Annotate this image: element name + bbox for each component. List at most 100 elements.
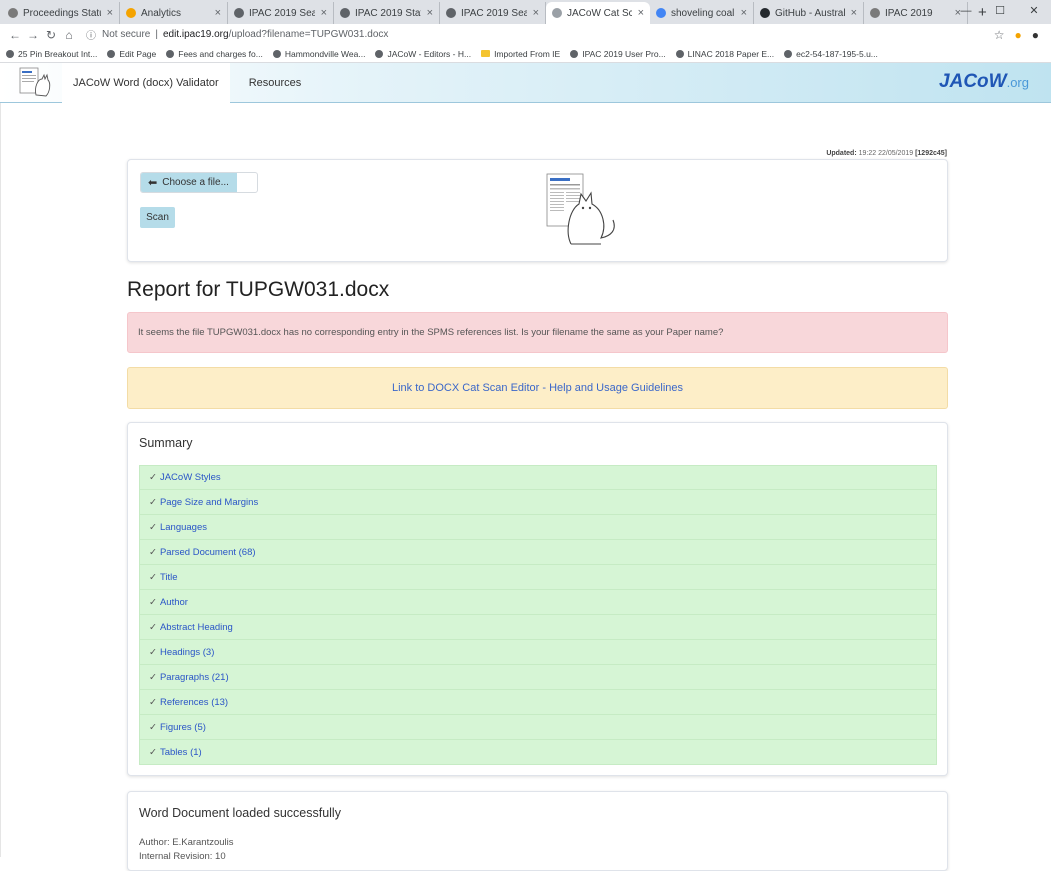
summary-item[interactable]: ✓ Title xyxy=(139,565,937,590)
browser-tab[interactable]: Proceedings Status × xyxy=(2,2,120,24)
bookmark-label: IPAC 2019 User Pro... xyxy=(582,48,666,59)
scan-button[interactable]: Scan xyxy=(140,207,175,228)
forward-icon[interactable]: → xyxy=(24,28,42,42)
reload-icon[interactable]: ↻ xyxy=(42,28,60,42)
summary-item[interactable]: ✓ Languages xyxy=(139,515,937,540)
bookmark-item[interactable]: Edit Page xyxy=(107,49,156,59)
minimize-button[interactable]: — xyxy=(949,0,983,24)
commit-hash: [1292c45] xyxy=(915,150,947,157)
summary-item-label: Abstract Heading xyxy=(159,621,233,633)
tab-title: Analytics xyxy=(141,7,182,19)
bookmark-star-icon[interactable]: ☆ xyxy=(994,28,1005,42)
bookmark-label: JACoW - Editors - H... xyxy=(387,48,472,59)
tab-title: IPAC 2019 xyxy=(885,7,933,19)
not-secure-label: Not secure xyxy=(102,29,151,40)
bookmark-label: Imported From IE xyxy=(494,48,561,59)
browser-tab[interactable]: GitHub - Australia × xyxy=(754,2,864,24)
tab-close-icon[interactable]: × xyxy=(321,7,327,19)
folder-icon xyxy=(481,50,491,57)
tab-close-icon[interactable]: × xyxy=(741,7,747,19)
summary-item[interactable]: ✓ Tables (1) xyxy=(139,740,937,765)
bookmark-item[interactable]: 25 Pin Breakout Int... xyxy=(6,49,97,59)
check-icon: ✓ xyxy=(149,496,157,508)
tab-close-icon[interactable]: × xyxy=(107,7,113,19)
browser-tab[interactable]: IPAC 2019 Search × xyxy=(440,2,546,24)
site-navbar: JACoW Word (docx) Validator Resources JA… xyxy=(0,62,1051,103)
tab-favicon-icon xyxy=(552,8,562,18)
summary-heading: Summary xyxy=(139,436,193,450)
bookmark-label: LINAC 2018 Paper E... xyxy=(687,48,775,59)
summary-item[interactable]: ✓ Paragraphs (21) xyxy=(139,665,937,690)
bookmark-item[interactable]: Imported From IE xyxy=(481,49,560,59)
summary-item[interactable]: ✓ References (13) xyxy=(139,690,937,715)
summary-item[interactable]: ✓ JACoW Styles xyxy=(139,465,937,490)
summary-item[interactable]: ✓ Page Size and Margins xyxy=(139,490,937,515)
browser-tab[interactable]: Analytics × xyxy=(120,2,228,24)
brand-suffix: .org xyxy=(1006,75,1029,90)
browser-tab[interactable]: JACoW Cat Scan E × xyxy=(546,2,650,24)
tab-close-icon[interactable]: × xyxy=(851,7,857,19)
browser-tab[interactable]: shoveling coal into × xyxy=(650,2,754,24)
summary-item[interactable]: ✓ Headings (3) xyxy=(139,640,937,665)
filename-warning-alert: It seems the file TUPGW031.docx has no c… xyxy=(127,312,948,353)
updated-value: 19:22 22/05/2019 xyxy=(858,150,914,157)
check-icon: ✓ xyxy=(149,546,157,558)
tab-close-icon[interactable]: × xyxy=(533,7,539,19)
back-icon[interactable]: ← xyxy=(6,28,24,42)
summary-item[interactable]: ✓ Abstract Heading xyxy=(139,615,937,640)
close-window-button[interactable]: ✕ xyxy=(1017,0,1051,24)
tab-close-icon[interactable]: × xyxy=(215,7,221,19)
globe-icon xyxy=(6,49,14,58)
bookmark-label: ec2-54-187-195-5.u... xyxy=(796,48,878,59)
check-icon: ✓ xyxy=(149,596,157,608)
bookmark-label: Fees and charges fo... xyxy=(178,48,263,59)
tab-favicon-icon xyxy=(656,8,666,18)
profile-avatar-icon[interactable]: ● xyxy=(1032,28,1039,42)
browser-tab-bar: Proceedings Status×Analytics×IPAC 2019 S… xyxy=(0,0,1051,24)
browser-tab[interactable]: IPAC 2019 Search × xyxy=(228,2,334,24)
bookmark-item[interactable]: Fees and charges fo... xyxy=(166,49,263,59)
bookmark-item[interactable]: ec2-54-187-195-5.u... xyxy=(784,49,878,59)
bookmark-item[interactable]: IPAC 2019 User Pro... xyxy=(570,48,666,59)
url-field[interactable]: ⓘ Not secure | edit.ipac19.org/upload?fi… xyxy=(86,27,994,42)
extension-icon[interactable]: ● xyxy=(1015,28,1022,42)
bookmark-item[interactable]: Hammondville Wea... xyxy=(272,49,365,59)
address-bar: ← → ↻ ⌂ ⓘ Not secure | edit.ipac19.org/u… xyxy=(0,24,1051,45)
globe-icon xyxy=(570,49,579,58)
summary-card: Summary ✓ JACoW Styles ✓ Page Size and Marg… xyxy=(127,422,948,776)
summary-item[interactable]: ✓ Author xyxy=(139,590,937,615)
tab-title: shoveling coal into xyxy=(671,7,735,19)
jacow-brand-logo[interactable]: JACoW.org xyxy=(939,71,1029,93)
file-chooser[interactable]: ⬅ Choose a file... xyxy=(140,172,258,193)
check-icon: ✓ xyxy=(149,571,157,583)
tab-favicon-icon xyxy=(234,8,244,18)
bookmark-item[interactable]: LINAC 2018 Paper E... xyxy=(675,48,775,59)
home-icon[interactable]: ⌂ xyxy=(60,28,78,42)
summary-item[interactable]: ✓ Parsed Document (68) xyxy=(139,540,937,565)
nav-resources-link[interactable]: Resources xyxy=(238,63,313,103)
tab-close-icon[interactable]: × xyxy=(427,7,433,19)
bookmark-item[interactable]: JACoW - Editors - H... xyxy=(375,49,471,59)
cat-scan-illustration-icon xyxy=(546,173,615,245)
nav-validator-link[interactable]: JACoW Word (docx) Validator xyxy=(62,62,230,103)
check-icon: ✓ xyxy=(149,472,157,483)
help-guidelines-link[interactable]: Link to DOCX Cat Scan Editor - Help and … xyxy=(392,382,683,394)
maximize-button[interactable]: ☐ xyxy=(983,0,1017,24)
check-icon: ✓ xyxy=(149,696,157,708)
summary-list: ✓ JACoW Styles ✓ Page Size and Margins ✓ Lang… xyxy=(139,465,937,765)
document-cat-logo-icon[interactable] xyxy=(18,65,54,101)
choose-file-button[interactable]: ⬅ Choose a file... xyxy=(141,173,237,192)
browser-tab[interactable]: IPAC 2019 Statistic × xyxy=(334,2,440,24)
upload-icon: ⬅ xyxy=(148,177,158,189)
help-guidelines-alert: Link to DOCX Cat Scan Editor - Help and … xyxy=(127,367,948,409)
tab-title: IPAC 2019 Search xyxy=(461,7,527,19)
tab-title: JACoW Cat Scan E xyxy=(567,7,632,19)
summary-item[interactable]: ✓ Figures (5) xyxy=(139,715,937,740)
tab-close-icon[interactable]: × xyxy=(638,7,644,19)
summary-item-label: Author xyxy=(159,596,188,608)
info-icon[interactable]: ⓘ xyxy=(86,27,96,42)
check-icon: ✓ xyxy=(149,621,157,633)
check-icon: ✓ xyxy=(149,521,157,533)
globe-icon xyxy=(272,49,281,58)
bookmark-label: Edit Page xyxy=(119,48,157,59)
